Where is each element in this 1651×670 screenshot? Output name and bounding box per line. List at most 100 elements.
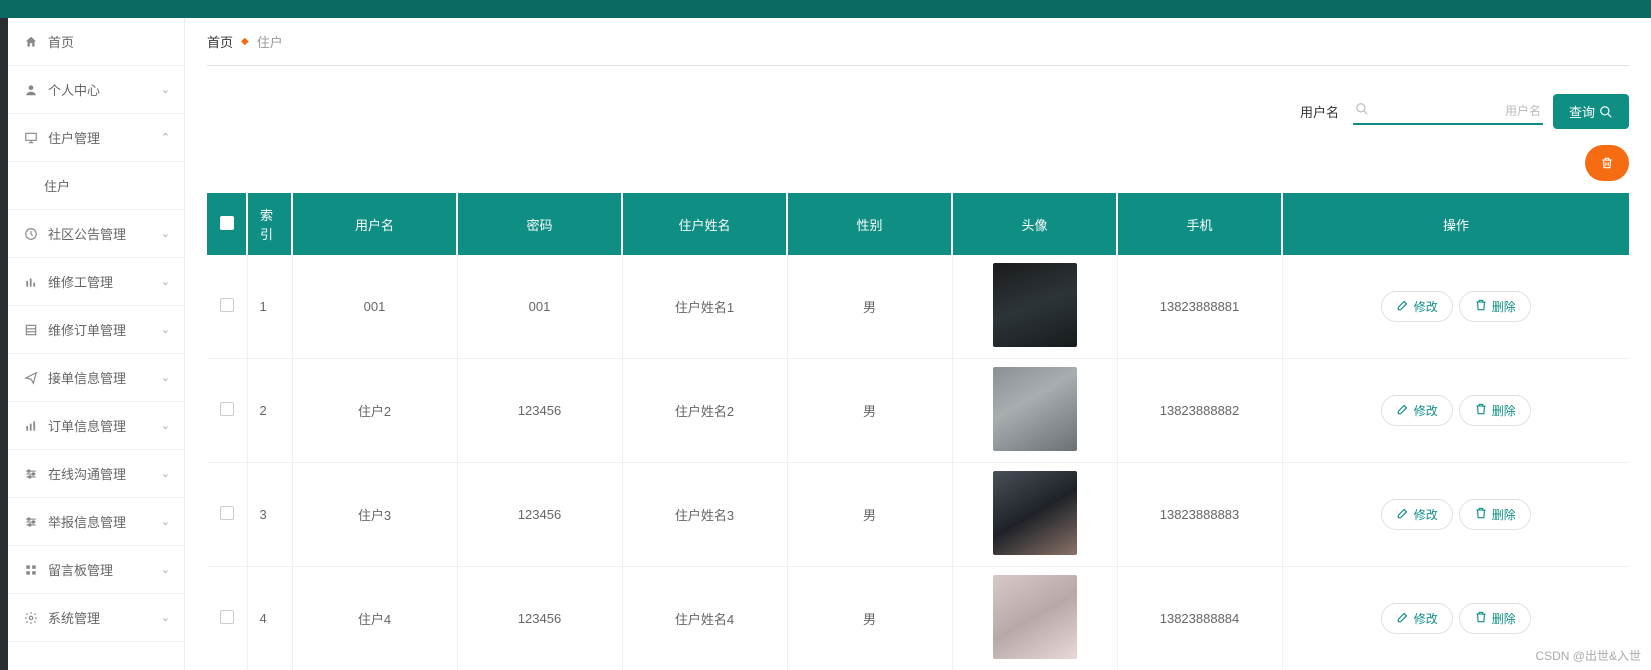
sliders-icon (24, 515, 40, 529)
sidebar-item-label: 个人中心 (48, 80, 100, 99)
sidebar-item-4[interactable]: 维修工管理 ⌄ (8, 258, 184, 306)
row-checkbox[interactable] (220, 298, 234, 312)
chevron-down-icon: ⌄ (161, 227, 170, 240)
trash-icon (1600, 156, 1614, 170)
edit-icon (1396, 402, 1410, 419)
top-bar (0, 0, 1651, 18)
monitor-icon (24, 131, 40, 145)
delete-button[interactable]: 删除 (1459, 291, 1531, 322)
sidebar-item-label: 在线沟通管理 (48, 464, 126, 483)
chevron-down-icon: ⌄ (161, 275, 170, 288)
trash-icon (1474, 610, 1488, 627)
checkbox-all[interactable] (220, 216, 234, 230)
cell-username: 住户4 (292, 567, 457, 670)
sidebar-item-6[interactable]: 接单信息管理⌄ (8, 354, 184, 402)
sidebar-sub-item[interactable]: 住户 (8, 162, 184, 210)
chevron-down-icon: ⌄ (161, 371, 170, 384)
delete-button[interactable]: 删除 (1459, 395, 1531, 426)
col-header-2: 用户名 (292, 193, 457, 255)
cell-username: 住户2 (292, 359, 457, 463)
edit-icon (1396, 610, 1410, 627)
stats-icon (24, 419, 40, 433)
watermark: CSDN @出世&入世 (1535, 647, 1641, 664)
sidebar-item-3[interactable]: 社区公告管理 ⌄ (8, 210, 184, 258)
table-row: 2住户2123456住户姓名2男13823888882修改删除 (207, 359, 1629, 463)
cell-password: 123456 (457, 567, 622, 670)
avatar (993, 263, 1077, 347)
edit-button[interactable]: 修改 (1381, 291, 1453, 322)
search-button[interactable]: 查询 (1553, 94, 1629, 129)
breadcrumb-current: 住户 (257, 32, 283, 51)
edit-button[interactable]: 修改 (1381, 395, 1453, 426)
sidebar-item-7[interactable]: 订单信息管理 ⌄ (8, 402, 184, 450)
sidebar-item-9[interactable]: 举报信息管理⌄ (8, 498, 184, 546)
delete-button[interactable]: 删除 (1459, 603, 1531, 634)
sidebar-item-label: 社区公告管理 (48, 224, 126, 243)
data-table: 索引用户名密码住户姓名性别头像手机操作 1001001住户姓名1男1382388… (207, 193, 1629, 670)
cell-password: 123456 (457, 359, 622, 463)
sidebar-item-label: 首页 (48, 32, 74, 51)
col-header-7: 手机 (1117, 193, 1282, 255)
cell-name: 住户姓名3 (622, 463, 787, 567)
cell-name: 住户姓名1 (622, 255, 787, 359)
cell-password: 001 (457, 255, 622, 359)
table-row: 3住户3123456住户姓名3男13823888883修改删除 (207, 463, 1629, 567)
sidebar-item-label: 住户管理 (48, 128, 100, 147)
breadcrumb-sep-icon: ◆ (241, 36, 249, 47)
sidebar-item-2[interactable]: 住户管理⌃ (8, 114, 184, 162)
avatar (993, 471, 1077, 555)
col-header-3: 密码 (457, 193, 622, 255)
sidebar-item-0[interactable]: 首页 (8, 18, 184, 66)
cell-actions: 修改删除 (1282, 359, 1629, 463)
table-row: 1001001住户姓名1男13823888881修改删除 (207, 255, 1629, 359)
sidebar-item-5[interactable]: 维修订单管理⌄ (8, 306, 184, 354)
delete-button[interactable]: 删除 (1459, 499, 1531, 530)
trash-icon (1474, 402, 1488, 419)
user-icon (24, 83, 40, 97)
cell-avatar (952, 359, 1117, 463)
cell-avatar (952, 255, 1117, 359)
cell-username: 住户3 (292, 463, 457, 567)
window-edge (0, 18, 8, 670)
search-input[interactable] (1377, 104, 1541, 118)
row-checkbox[interactable] (220, 506, 234, 520)
edit-icon (1396, 506, 1410, 523)
bulk-delete-button[interactable] (1585, 145, 1629, 181)
cell-index: 3 (247, 463, 292, 567)
col-header-4: 住户姓名 (622, 193, 787, 255)
row-checkbox[interactable] (220, 402, 234, 416)
search-icon (1355, 102, 1369, 119)
cell-actions: 修改删除 (1282, 255, 1629, 359)
cell-phone: 13823888884 (1117, 567, 1282, 670)
cell-avatar (952, 463, 1117, 567)
breadcrumb-home[interactable]: 首页 (207, 32, 233, 51)
cell-name: 住户姓名4 (622, 567, 787, 670)
sidebar-item-1[interactable]: 个人中心 ⌄ (8, 66, 184, 114)
cell-gender: 男 (787, 255, 952, 359)
edit-button[interactable]: 修改 (1381, 499, 1453, 530)
sidebar-item-10[interactable]: 留言板管理⌄ (8, 546, 184, 594)
row-checkbox[interactable] (220, 610, 234, 624)
bars-icon (24, 275, 40, 289)
sidebar: 首页个人中心⌄住户管理⌃住户社区公告管理⌄维修工管理⌄维修订单管理⌄接单信息管理… (8, 18, 185, 670)
gear-icon (24, 611, 40, 625)
cell-gender: 男 (787, 567, 952, 670)
search-bar: 用户名 查询 (207, 94, 1629, 129)
sidebar-item-11[interactable]: 系统管理⌄ (8, 594, 184, 642)
search-button-label: 查询 (1569, 102, 1595, 121)
home-icon (24, 35, 40, 49)
edit-button[interactable]: 修改 (1381, 603, 1453, 634)
col-header-8: 操作 (1282, 193, 1629, 255)
chevron-down-icon: ⌄ (161, 83, 170, 96)
grid-icon (24, 563, 40, 577)
cell-index: 2 (247, 359, 292, 463)
sidebar-item-label: 维修工管理 (48, 272, 113, 291)
avatar (993, 367, 1077, 451)
sidebar-item-label: 维修订单管理 (48, 320, 126, 339)
sidebar-item-label: 系统管理 (48, 608, 100, 627)
sidebar-item-8[interactable]: 在线沟通管理⌄ (8, 450, 184, 498)
chevron-down-icon: ⌄ (161, 419, 170, 432)
cell-phone: 13823888882 (1117, 359, 1282, 463)
sliders-icon (24, 467, 40, 481)
sidebar-item-label: 订单信息管理 (48, 416, 126, 435)
